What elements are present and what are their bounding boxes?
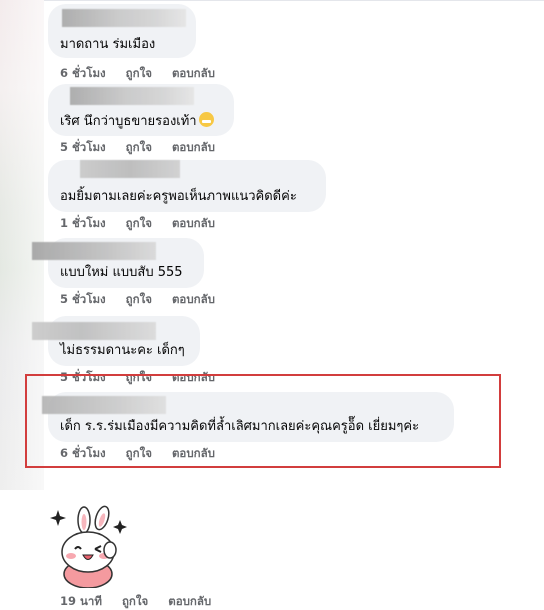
reply-link[interactable]: ตอบกลับ [172,292,215,306]
comment-meta: 5 ชั่วโมง ถูกใจ ตอบกลับ [60,140,231,154]
author-name-blurred[interactable] [32,322,156,340]
comment-meta: 1 ชั่วโมง ถูกใจ ตอบกลับ [60,216,231,230]
comment-time[interactable]: 19 นาที [60,594,102,608]
author-name-blurred[interactable] [80,160,180,178]
comment-time[interactable]: 5 ชั่วโมง [60,292,106,306]
comment-text: เริศ นึกว่าบูธขายรองเท้า [60,112,214,131]
reply-link[interactable]: ตอบกลับ [172,140,215,154]
like-link[interactable]: ถูกใจ [126,140,152,154]
like-link[interactable]: ถูกใจ [126,66,152,80]
bunny-sticker-icon [50,505,127,588]
comment-3: อมยิ้มตามเลยค่ะครูพอเห็นภาพแนวคิดดีค่ะ 1… [48,160,326,230]
reply-link[interactable]: ตอบกลับ [172,66,215,80]
author-name-blurred[interactable] [70,87,194,105]
comment-4: แบบใหม่ แบบสับ 555 5 ชั่วโมง ถูกใจ ตอบกล… [32,238,215,306]
comment-text: อมยิ้มตามเลยค่ะครูพอเห็นภาพแนวคิดดีค่ะ [60,189,297,204]
comment-bubble: อมยิ้มตามเลยค่ะครูพอเห็นภาพแนวคิดดีค่ะ [48,160,326,212]
like-link[interactable]: ถูกใจ [126,292,152,306]
author-name-blurred[interactable] [62,9,186,27]
comment-time[interactable]: 5 ชั่วโมง [60,140,106,154]
comment-meta: 5 ชั่วโมง ถูกใจ ตอบกลับ [60,292,231,306]
comment-1: มาดถาน ร่มเมือง 6 ชั่วโมง ถูกใจ ตอบกลับ [48,4,215,80]
comment-text: แบบใหม่ แบบสับ 555 [60,265,183,280]
comment-time[interactable]: 1 ชั่วโมง [60,216,106,230]
comment-2: เริศ นึกว่าบูธขายรองเท้า 5 ชั่วโมง ถูกใจ… [48,84,234,154]
like-link[interactable]: ถูกใจ [122,594,148,608]
comment-5: ไม่ธรรมดานะคะ เด็กๆ 5 ชั่วโมง ถูกใจ ตอบก… [32,316,215,384]
reply-link[interactable]: ตอบกลับ [168,594,211,608]
comment-bubble: แบบใหม่ แบบสับ 555 [32,238,204,288]
comment-bubble: มาดถาน ร่มเมือง [48,4,196,58]
top-divider [44,0,544,1]
author-name-blurred[interactable] [32,242,156,260]
comment-time[interactable]: 6 ชั่วโมง [60,66,106,80]
reply-link[interactable]: ตอบกลับ [172,216,215,230]
grinning-face-icon [198,112,214,127]
comment-text: ไม่ธรรมดานะคะ เด็กๆ [60,343,185,358]
comment-text: มาดถาน ร่มเมือง [60,37,156,52]
comment-bubble: ไม่ธรรมดานะคะ เด็กๆ [32,316,200,366]
highlight-box [25,374,501,468]
like-link[interactable]: ถูกใจ [126,216,152,230]
comment-meta: 6 ชั่วโมง ถูกใจ ตอบกลับ [60,66,231,80]
comment-text-content: เริศ นึกว่าบูธขายรองเท้า [60,114,197,129]
comment-meta: 19 นาที ถูกใจ ตอบกลับ [60,594,227,608]
comment-bubble: เริศ นึกว่าบูธขายรองเท้า [48,84,234,136]
